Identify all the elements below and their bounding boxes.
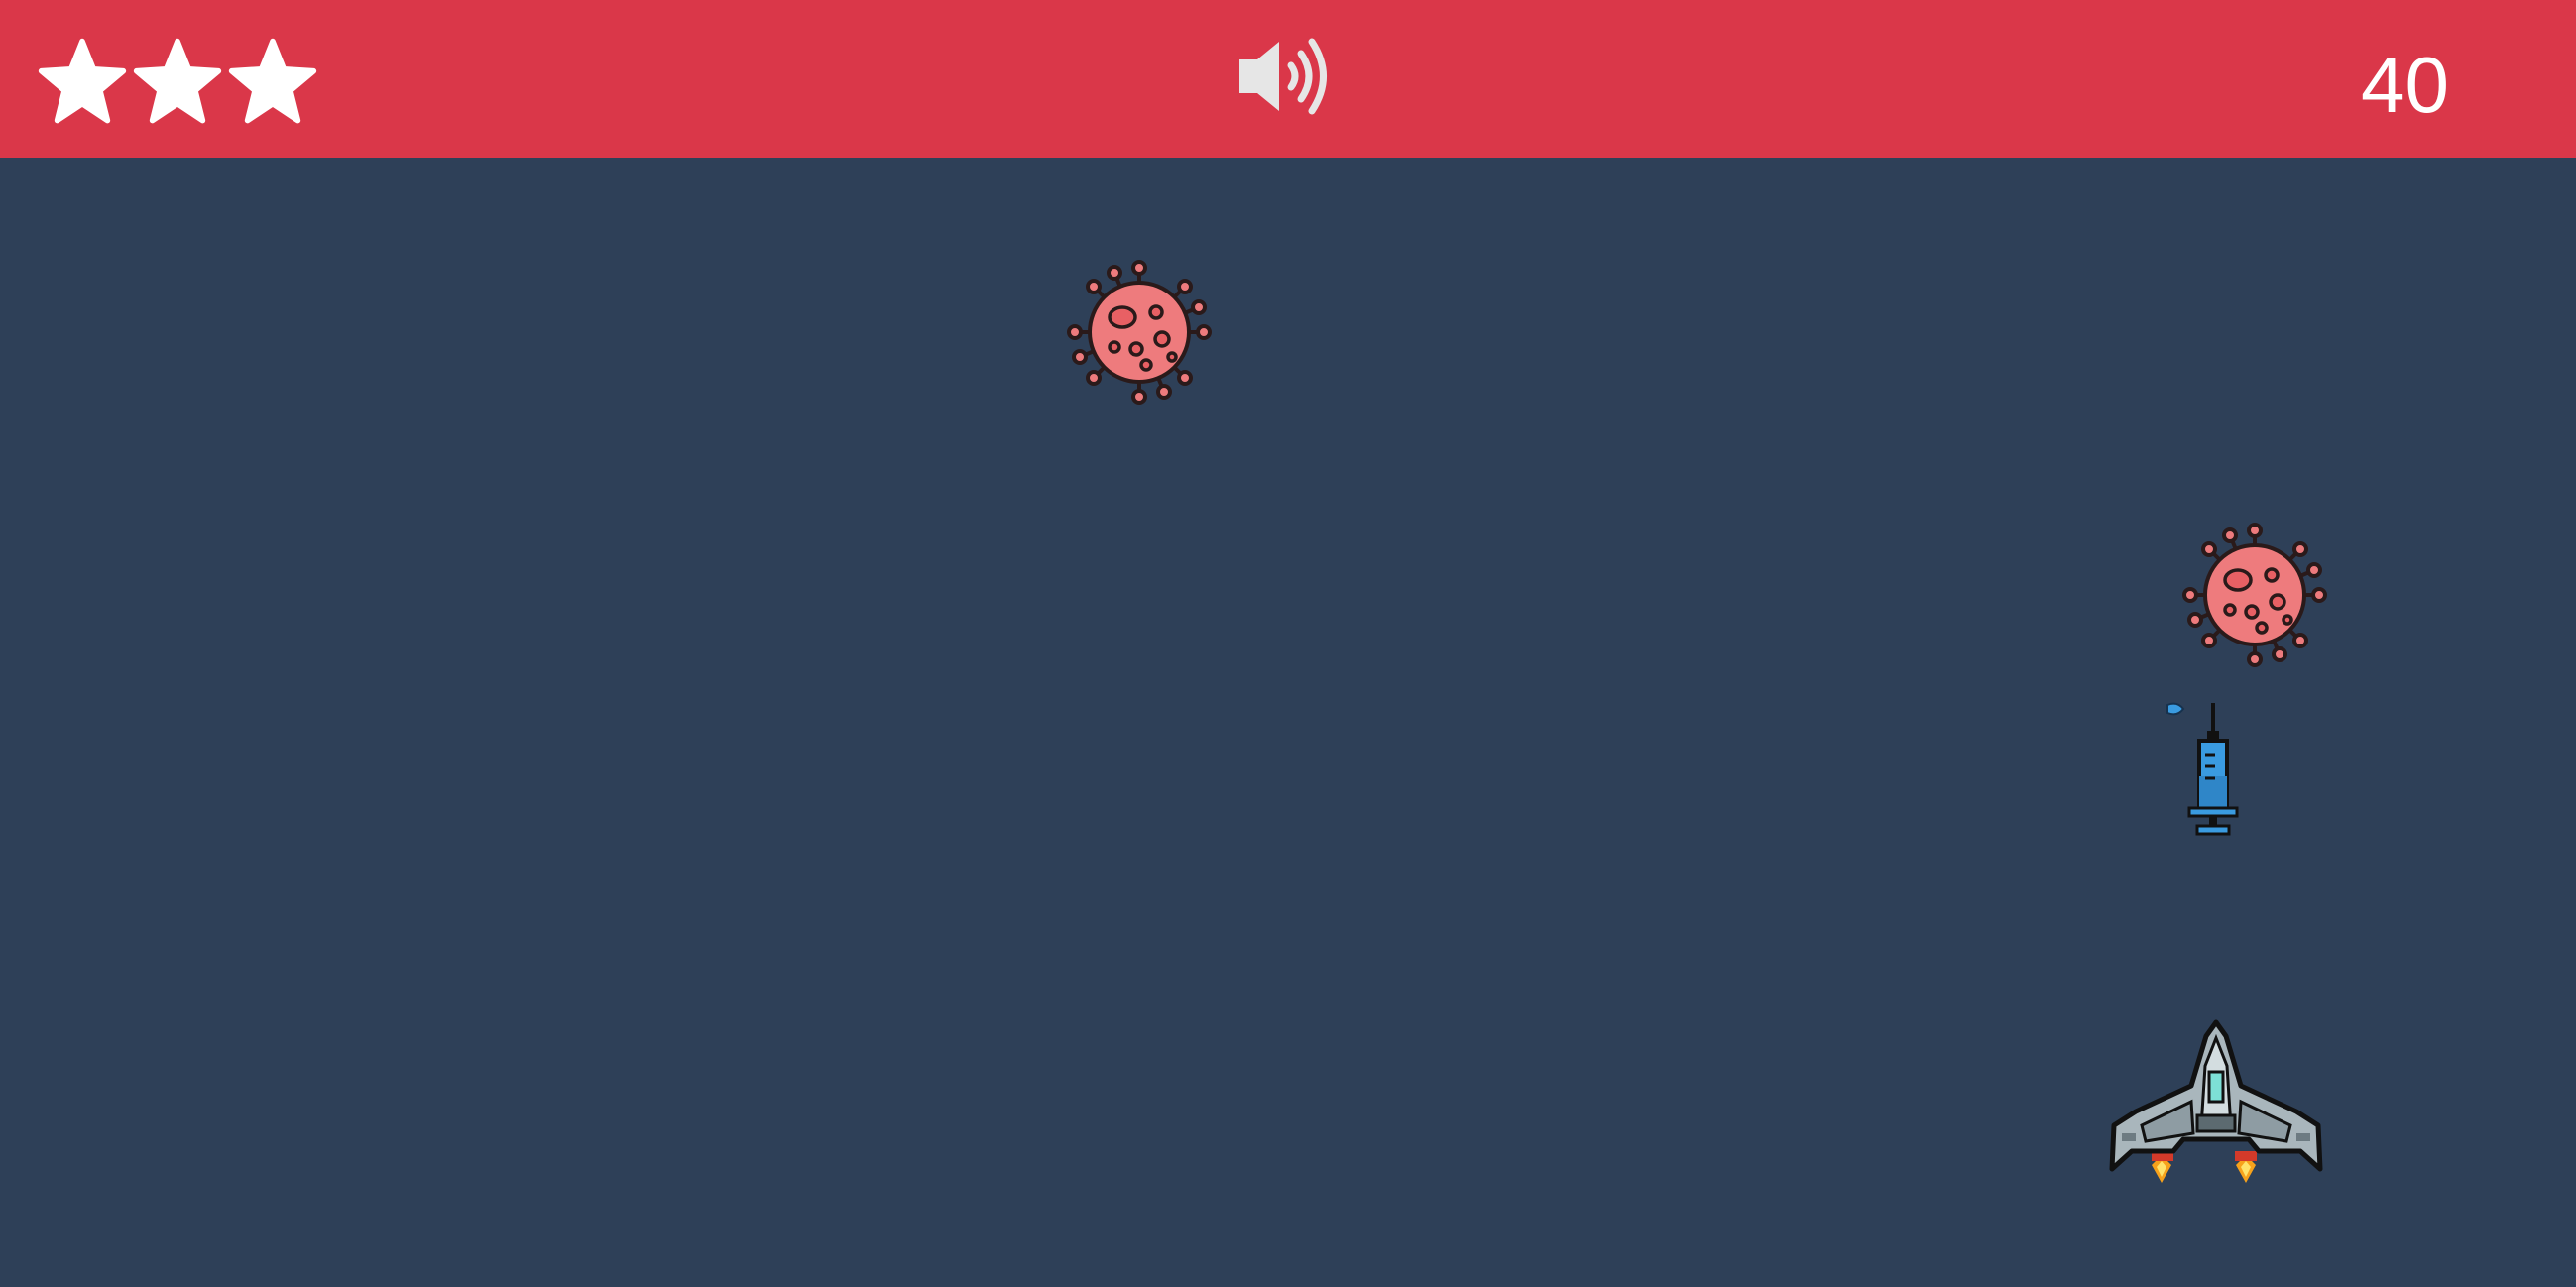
syringe-projectile xyxy=(2166,702,2239,836)
sound-toggle-button[interactable] xyxy=(1235,32,1335,121)
game-screen[interactable]: 40 xyxy=(0,0,2576,1287)
virus-icon xyxy=(2182,523,2327,667)
virus-enemy xyxy=(1067,260,1212,405)
hud-bar: 40 xyxy=(0,0,2576,158)
speaker-on-icon xyxy=(1239,38,1327,115)
playfield[interactable] xyxy=(0,158,2576,1287)
score-counter: 40 xyxy=(2361,41,2449,129)
player-spaceship[interactable] xyxy=(2102,1016,2330,1195)
virus-enemy xyxy=(2182,523,2327,667)
lives-indicator xyxy=(36,36,319,129)
star-icon xyxy=(228,38,317,124)
star-icon xyxy=(38,38,127,124)
star-icon xyxy=(133,38,222,124)
virus-icon xyxy=(1067,260,1212,405)
syringe-icon xyxy=(2166,702,2239,836)
spaceship-icon xyxy=(2109,1019,2323,1183)
